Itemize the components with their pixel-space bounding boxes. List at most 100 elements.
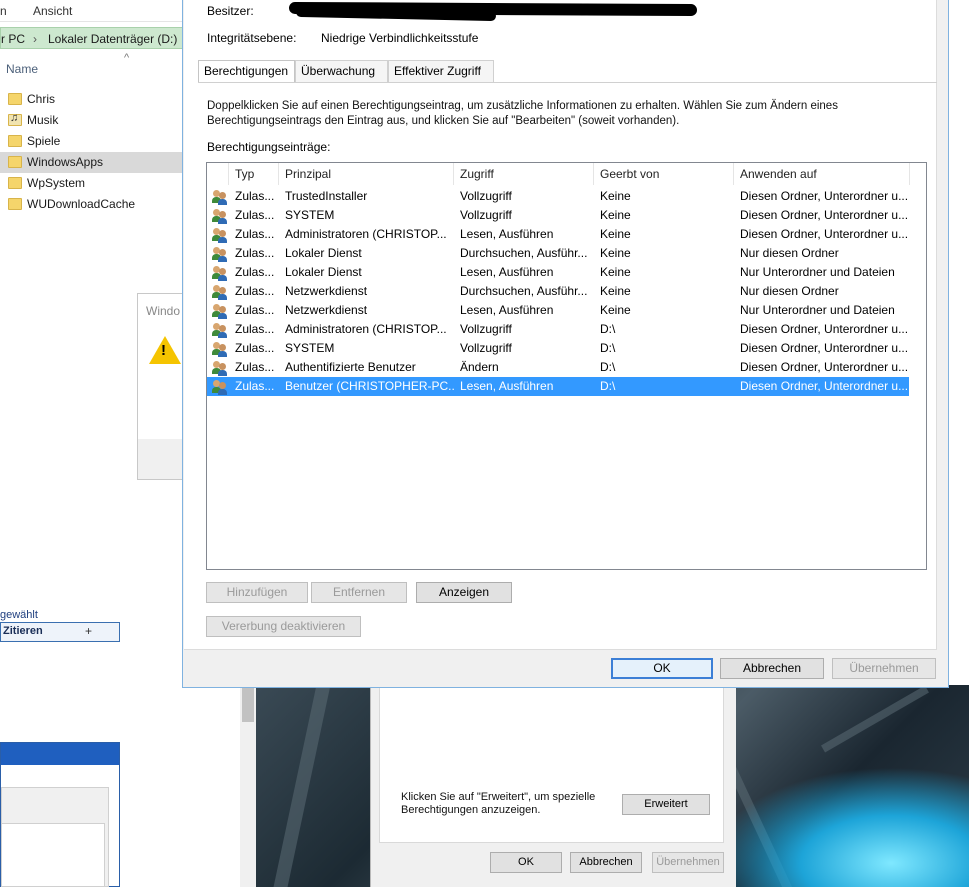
column-header-applies-to[interactable]: Anwenden auf bbox=[734, 163, 910, 185]
dialog-title: Windo bbox=[146, 304, 181, 318]
cell-type: Zulas... bbox=[235, 208, 275, 222]
cell-applies-to: Diesen Ordner, Unterordner u... bbox=[740, 208, 909, 222]
cell-access: Vollzugriff bbox=[460, 322, 512, 336]
scrollbar-thumb[interactable] bbox=[242, 684, 254, 722]
remove-button[interactable]: Entfernen bbox=[311, 582, 407, 603]
sort-ascending-icon: ^ bbox=[124, 52, 130, 64]
permission-entry-row[interactable]: Zulas... SYSTEM Vollzugriff D:\ Diesen Ordne… bbox=[207, 339, 909, 358]
permission-entry-row[interactable]: Zulas... TrustedInstaller Vollzugriff Keine… bbox=[207, 187, 909, 206]
cell-inherited-from: Keine bbox=[600, 246, 631, 260]
cell-inherited-from: D:\ bbox=[600, 360, 616, 374]
editor-text-area[interactable] bbox=[1, 823, 105, 887]
breadcrumb-drive[interactable]: Lokaler Datenträger (D:) bbox=[48, 32, 177, 46]
users-icon bbox=[211, 284, 229, 300]
cell-access: Vollzugriff bbox=[460, 208, 512, 222]
cell-inherited-from: D:\ bbox=[600, 379, 616, 393]
cell-inherited-from: Keine bbox=[600, 265, 631, 279]
file-item-label: WUDownloadCache bbox=[27, 197, 136, 211]
integrity-value: Niedrige Verbindlichkeitsstufe bbox=[321, 31, 479, 45]
menu-item-view[interactable]: Ansicht bbox=[33, 4, 72, 18]
cell-applies-to: Nur diesen Ordner bbox=[740, 246, 839, 260]
disable-inheritance-button[interactable]: Vererbung deaktivieren bbox=[206, 616, 361, 637]
column-header-type[interactable]: Typ bbox=[229, 163, 279, 185]
warning-exclamation: ! bbox=[161, 342, 166, 359]
cancel-button[interactable]: Abbrechen bbox=[570, 852, 642, 873]
file-item-wpsystem[interactable]: WpSystem bbox=[0, 173, 190, 194]
cell-type: Zulas... bbox=[235, 360, 275, 374]
breadcrumb-this-pc[interactable]: r PC bbox=[1, 32, 25, 46]
file-item-musik[interactable]: Musik bbox=[0, 110, 190, 131]
cell-inherited-from: Keine bbox=[600, 189, 631, 203]
tab-effective-access[interactable]: Effektiver Zugriff bbox=[388, 60, 494, 83]
file-item-wudownloadcache[interactable]: WUDownloadCache bbox=[0, 194, 190, 215]
permission-entry-row[interactable]: Zulas... Administratoren (CHRISTOP... Lese… bbox=[207, 225, 909, 244]
status-bar-text: gewählt bbox=[0, 609, 38, 621]
permission-entry-row[interactable]: Zulas... Lokaler Dienst Durchsuchen, Ausfü… bbox=[207, 244, 909, 263]
cell-type: Zulas... bbox=[235, 377, 281, 396]
tab-auditing[interactable]: Überwachung bbox=[295, 60, 388, 83]
permission-entry-row[interactable]: Zulas... Netzwerkdienst Durchsuchen, Ausfü… bbox=[207, 282, 909, 301]
cell-inherited-from: D:\ bbox=[600, 341, 616, 355]
music-folder-icon bbox=[8, 112, 22, 126]
list-header: Typ Prinzipal Zugriff Geerbt von Anwende… bbox=[207, 163, 926, 185]
users-icon bbox=[211, 341, 229, 357]
column-header-name[interactable]: Name bbox=[6, 62, 38, 76]
cell-principal: SYSTEM bbox=[285, 341, 335, 355]
tab-permissions[interactable]: Berechtigungen bbox=[198, 60, 295, 83]
users-icon bbox=[211, 208, 229, 224]
file-item-chris[interactable]: Chris bbox=[0, 89, 190, 110]
apply-button[interactable]: Übernehmen bbox=[652, 852, 724, 873]
cell-principal: Lokaler Dienst bbox=[285, 265, 362, 279]
cell-inherited-from: Keine bbox=[600, 284, 631, 298]
permission-entries-list[interactable]: Typ Prinzipal Zugriff Geerbt von Anwende… bbox=[206, 162, 927, 570]
column-header-principal[interactable]: Prinzipal bbox=[279, 163, 454, 185]
cell-access: Lesen, Ausführen bbox=[460, 303, 554, 317]
menu-item-start[interactable]: n bbox=[0, 4, 7, 18]
cell-type: Zulas... bbox=[235, 322, 275, 336]
add-quote-icon: + bbox=[85, 624, 93, 638]
add-button[interactable]: Hinzufügen bbox=[206, 582, 308, 603]
cell-principal: SYSTEM bbox=[285, 208, 335, 222]
cell-applies-to: Nur Unterordner und Dateien bbox=[740, 303, 895, 317]
advanced-hint-text: Klicken Sie auf "Erweitert", um speziell… bbox=[401, 791, 596, 816]
dialog-content: Besitzer: Integritätsebene: Niedrige Ver… bbox=[184, 0, 937, 650]
cite-button[interactable]: Zitieren + bbox=[0, 622, 120, 642]
editor-title-bar bbox=[1, 743, 119, 765]
cell-type: Zulas... bbox=[235, 265, 275, 279]
permission-entry-row[interactable]: Zulas... Netzwerkdienst Lesen, Ausführen Ke… bbox=[207, 301, 909, 320]
view-button[interactable]: Anzeigen bbox=[416, 582, 512, 603]
cell-type: Zulas... bbox=[235, 284, 275, 298]
cell-type: Zulas... bbox=[235, 227, 275, 241]
permission-entry-row[interactable]: Zulas... SYSTEM Vollzugriff Keine Diesen Ord… bbox=[207, 206, 909, 225]
file-item-spiele[interactable]: Spiele bbox=[0, 131, 190, 152]
ok-button[interactable]: OK bbox=[611, 658, 713, 679]
cell-type: Zulas... bbox=[235, 246, 275, 260]
permission-entry-row[interactable]: Zulas... Administratoren (CHRISTOP... Voll… bbox=[207, 320, 909, 339]
cell-principal: Lokaler Dienst bbox=[285, 246, 362, 260]
security-panel: Klicken Sie auf "Erweitert", um speziell… bbox=[379, 685, 724, 843]
cell-principal: Netzwerkdienst bbox=[285, 303, 368, 317]
permission-entry-row[interactable]: Zulas... Authentifizierte Benutzer Ändern D… bbox=[207, 358, 909, 377]
cell-access: Durchsuchen, Ausführ... bbox=[460, 246, 588, 260]
owner-label: Besitzer: bbox=[207, 4, 254, 18]
advanced-button[interactable]: Erweitert bbox=[622, 794, 710, 815]
cell-type: Zulas... bbox=[235, 341, 275, 355]
address-bar[interactable]: r PC › Lokaler Datenträger (D:) bbox=[0, 27, 190, 49]
column-header-icon bbox=[207, 163, 229, 185]
permission-entry-row[interactable]: Zulas... Benutzer (CHRISTOPHER-PC... Lesen… bbox=[207, 377, 909, 396]
permission-entry-row[interactable]: Zulas... Lokaler Dienst Lesen, Ausführen Ke… bbox=[207, 263, 909, 282]
cell-inherited-from: Keine bbox=[600, 227, 631, 241]
cell-principal: Administratoren (CHRISTOP... bbox=[285, 322, 447, 336]
cell-applies-to: Diesen Ordner, Unterordner u... bbox=[740, 360, 909, 374]
column-header-inherited-from[interactable]: Geerbt von bbox=[594, 163, 734, 185]
forum-editor-panel bbox=[0, 742, 120, 887]
file-item-label: Chris bbox=[27, 92, 56, 106]
apply-button[interactable]: Übernehmen bbox=[832, 658, 936, 679]
ok-button[interactable]: OK bbox=[490, 852, 562, 873]
file-item-windowsapps[interactable]: WindowsApps bbox=[0, 152, 190, 173]
cell-access: Vollzugriff bbox=[460, 189, 512, 203]
column-header-access[interactable]: Zugriff bbox=[454, 163, 594, 185]
cancel-button[interactable]: Abbrechen bbox=[720, 658, 824, 679]
folder-icon bbox=[8, 135, 22, 147]
tab-divider bbox=[198, 82, 937, 83]
